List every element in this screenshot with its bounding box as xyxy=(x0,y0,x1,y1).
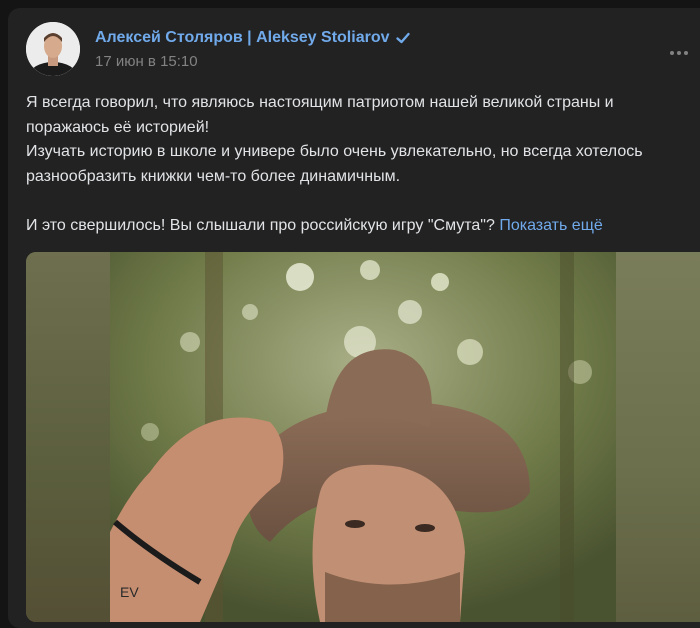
photo-blur-left xyxy=(26,252,110,622)
post-text-line: разнообразить книжки чем-то более динами… xyxy=(26,167,401,185)
post-date[interactable]: 17 июн в 15:10 xyxy=(95,53,198,70)
photo-blur-right xyxy=(616,252,700,622)
more-dots-icon[interactable] xyxy=(670,46,694,60)
post-text: Я всегда говорил, что являюсь настоящим … xyxy=(26,91,700,238)
author-avatar[interactable] xyxy=(26,22,80,76)
post-text-line: Изучать историю в школе и универе было о… xyxy=(26,143,643,160)
post-text-line: поражаюсь её историей! xyxy=(26,118,210,136)
author-name[interactable]: Алексей Столяров | Aleksey Stoliarov xyxy=(95,29,389,47)
svg-text:EV: EV xyxy=(120,584,139,600)
show-more-link[interactable]: Показать ещё xyxy=(499,217,602,234)
post-photo[interactable]: EV xyxy=(26,252,700,622)
post-text-line: И это свершилось! Вы слышали про российс… xyxy=(26,216,495,234)
author-name-link[interactable]: Алексей Столяров | Aleksey Stoliarov xyxy=(95,29,411,47)
verified-check-icon xyxy=(395,30,411,46)
photo-image: EV xyxy=(110,252,616,622)
post-card: Алексей Столяров | Aleksey Stoliarov 17 … xyxy=(8,8,700,628)
post-text-line: Я всегда говорил, что являюсь настоящим … xyxy=(26,94,614,111)
post-text-last-line: И это свершилось! Вы слышали про российс… xyxy=(26,214,700,239)
